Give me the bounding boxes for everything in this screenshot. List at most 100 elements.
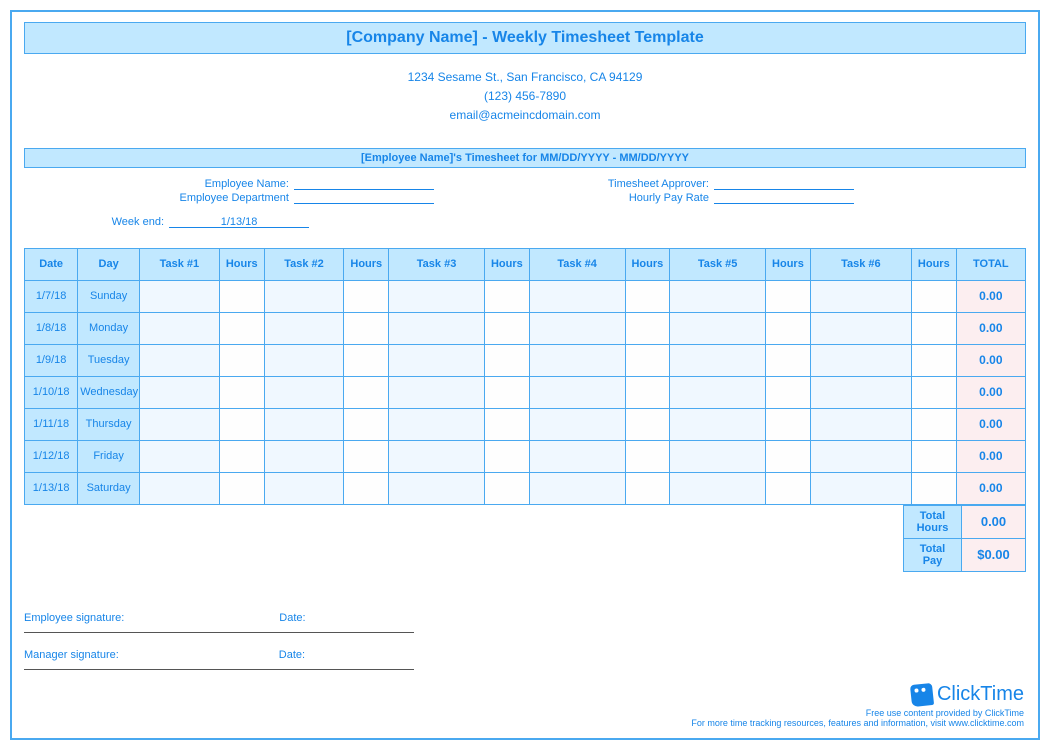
- cell-task[interactable]: [389, 312, 485, 344]
- cell-task[interactable]: [529, 408, 625, 440]
- cell-task[interactable]: [139, 408, 219, 440]
- cell-hours[interactable]: [484, 280, 529, 312]
- cell-task[interactable]: [529, 440, 625, 472]
- cell-hours[interactable]: [766, 312, 811, 344]
- cell-hours[interactable]: [911, 440, 956, 472]
- cell-hours[interactable]: [344, 408, 389, 440]
- cell-task[interactable]: [139, 376, 219, 408]
- week-end-label: Week end:: [24, 216, 164, 228]
- cell-hours[interactable]: [344, 472, 389, 504]
- cell-task[interactable]: [670, 312, 766, 344]
- cell-task[interactable]: [670, 376, 766, 408]
- cell-task[interactable]: [139, 472, 219, 504]
- cell-hours[interactable]: [344, 280, 389, 312]
- cell-task[interactable]: [389, 344, 485, 376]
- cell-task[interactable]: [529, 376, 625, 408]
- cell-hours[interactable]: [766, 408, 811, 440]
- cell-hours[interactable]: [344, 440, 389, 472]
- cell-hours[interactable]: [766, 472, 811, 504]
- cell-hours[interactable]: [911, 344, 956, 376]
- cell-task[interactable]: [264, 312, 344, 344]
- cell-task[interactable]: [529, 472, 625, 504]
- employee-signature-line[interactable]: [24, 632, 414, 633]
- cell-hours[interactable]: [911, 376, 956, 408]
- cell-hours[interactable]: [484, 440, 529, 472]
- employee-dept-field[interactable]: [294, 192, 434, 204]
- cell-hours[interactable]: [219, 312, 264, 344]
- title-bar: [Company Name] - Weekly Timesheet Templa…: [24, 22, 1026, 54]
- cell-task[interactable]: [139, 344, 219, 376]
- cell-hours[interactable]: [625, 376, 670, 408]
- cell-hours[interactable]: [219, 376, 264, 408]
- cell-hours[interactable]: [219, 344, 264, 376]
- cell-task[interactable]: [670, 280, 766, 312]
- cell-task[interactable]: [389, 280, 485, 312]
- cell-task[interactable]: [389, 472, 485, 504]
- employee-name-field[interactable]: [294, 178, 434, 190]
- cell-hours[interactable]: [766, 440, 811, 472]
- cell-task[interactable]: [670, 408, 766, 440]
- cell-task[interactable]: [810, 440, 911, 472]
- cell-task[interactable]: [139, 312, 219, 344]
- cell-hours[interactable]: [484, 472, 529, 504]
- cell-hours[interactable]: [484, 312, 529, 344]
- header-row: Date Day Task #1 Hours Task #2 Hours Tas…: [25, 248, 1026, 280]
- cell-hours[interactable]: [219, 440, 264, 472]
- manager-signature-line[interactable]: [24, 669, 414, 670]
- cell-hours[interactable]: [625, 280, 670, 312]
- cell-hours[interactable]: [484, 408, 529, 440]
- hourly-rate-field[interactable]: [714, 192, 854, 204]
- cell-hours[interactable]: [911, 280, 956, 312]
- cell-task[interactable]: [264, 408, 344, 440]
- cell-hours[interactable]: [625, 408, 670, 440]
- cell-task[interactable]: [529, 312, 625, 344]
- cell-task[interactable]: [529, 344, 625, 376]
- cell-hours[interactable]: [625, 344, 670, 376]
- cell-day: Wednesday: [78, 376, 140, 408]
- cell-task[interactable]: [264, 472, 344, 504]
- cell-task[interactable]: [529, 280, 625, 312]
- cell-task[interactable]: [810, 344, 911, 376]
- cell-task[interactable]: [389, 440, 485, 472]
- cell-hours[interactable]: [219, 280, 264, 312]
- cell-hours[interactable]: [766, 344, 811, 376]
- cell-hours[interactable]: [219, 408, 264, 440]
- cell-task[interactable]: [810, 280, 911, 312]
- cell-hours[interactable]: [625, 312, 670, 344]
- cell-hours[interactable]: [219, 472, 264, 504]
- cell-task[interactable]: [810, 376, 911, 408]
- cell-date: 1/13/18: [25, 472, 78, 504]
- signatures-block: Employee signature: Date: Manager signat…: [24, 572, 1026, 670]
- cell-task[interactable]: [389, 408, 485, 440]
- cell-task[interactable]: [139, 440, 219, 472]
- cell-task[interactable]: [810, 408, 911, 440]
- cell-task[interactable]: [264, 376, 344, 408]
- cell-hours[interactable]: [484, 344, 529, 376]
- cell-hours[interactable]: [344, 376, 389, 408]
- cell-hours[interactable]: [766, 376, 811, 408]
- col-task3: Task #3: [389, 248, 485, 280]
- cell-task[interactable]: [264, 280, 344, 312]
- cell-hours[interactable]: [766, 280, 811, 312]
- cell-hours[interactable]: [484, 376, 529, 408]
- cell-hours[interactable]: [344, 344, 389, 376]
- cell-task[interactable]: [264, 440, 344, 472]
- cell-task[interactable]: [139, 280, 219, 312]
- cell-date: 1/8/18: [25, 312, 78, 344]
- cell-task[interactable]: [670, 472, 766, 504]
- cell-task[interactable]: [810, 312, 911, 344]
- cell-hours[interactable]: [911, 312, 956, 344]
- cell-hours[interactable]: [911, 472, 956, 504]
- cell-hours[interactable]: [625, 472, 670, 504]
- week-end-field[interactable]: 1/13/18: [169, 216, 309, 228]
- cell-task[interactable]: [264, 344, 344, 376]
- cell-task[interactable]: [670, 440, 766, 472]
- cell-task[interactable]: [389, 376, 485, 408]
- approver-field[interactable]: [714, 178, 854, 190]
- cell-hours[interactable]: [911, 408, 956, 440]
- cell-hours[interactable]: [625, 440, 670, 472]
- cell-task[interactable]: [810, 472, 911, 504]
- employee-signature-label: Employee signature:: [24, 612, 124, 624]
- cell-task[interactable]: [670, 344, 766, 376]
- cell-hours[interactable]: [344, 312, 389, 344]
